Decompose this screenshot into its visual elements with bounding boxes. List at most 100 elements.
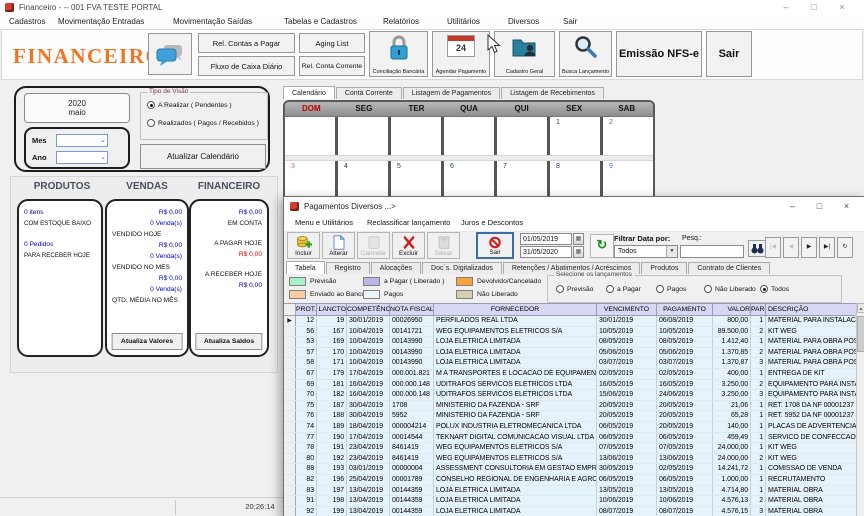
table-row[interactable]: 7018216/04/2019000.000.148UDITRAFOS SERV… (284, 390, 856, 401)
date-to-input[interactable]: 31/05/2020 (520, 246, 572, 258)
menu-item-movimentacao-saidas[interactable]: Movimentação Saídas (170, 16, 255, 27)
calendar-day-cell[interactable]: 9 (603, 161, 653, 199)
calendar-day-cell[interactable]: 4 (338, 161, 391, 199)
table-row[interactable]: 8019223/04/20198461419WEG EQUIPAMENTOS E… (284, 454, 856, 465)
cancelar-button[interactable]: Cancelar (357, 232, 390, 259)
conciliacao-bancaria-button[interactable]: Conciliação Bancária (369, 31, 428, 77)
radio-pagos[interactable]: Pagos (656, 285, 686, 293)
calendar-day-cell[interactable]: 2 (603, 117, 653, 155)
row-selector[interactable] (284, 380, 296, 390)
column-header-valor[interactable]: VALOR (713, 304, 751, 315)
row-selector[interactable] (284, 507, 296, 516)
row-selector[interactable] (284, 337, 296, 347)
alterar-button[interactable]: Alterar (322, 232, 355, 259)
table-row[interactable]: 5817110/04/201900143990LOJA ELETRICA LIM… (284, 358, 856, 369)
agendar-pagamento-button[interactable]: 24 Agendar Pagamento (432, 31, 490, 77)
table-row[interactable]: 7618830/04/20195952MINISTERIO DA FAZENDA… (284, 411, 856, 422)
menu-item-movimentacao-entradas[interactable]: Movimentação Entradas (55, 16, 147, 27)
table-row[interactable]: 6918116/04/2019000.000.148UDITRAFOS SERV… (284, 380, 856, 391)
column-header-vencimento[interactable]: VENCIMENTO (597, 304, 657, 315)
tab-doc-s-digitalizados[interactable]: Doc´s. Digitalizados (422, 262, 502, 274)
atualiza-valores-button[interactable]: Atualiza Valores (112, 333, 183, 350)
row-selector[interactable] (284, 390, 296, 400)
row-selector[interactable] (284, 486, 296, 496)
excluir-button[interactable]: Excluir (392, 232, 425, 259)
find-button[interactable] (748, 240, 766, 257)
column-header-nota-fiscal[interactable]: NOTA FISCAL (390, 304, 434, 315)
table-row[interactable]: 9219913/04/201900144359LOJA ELETRICA LIM… (284, 507, 856, 516)
radio-a-realizar[interactable]: A Realizar ( Pendentes ) (147, 101, 232, 109)
row-selector[interactable] (284, 401, 296, 411)
rel-contas-a-pagar-button[interactable]: Rel. Contas a Pagar (198, 33, 295, 53)
atualizar-calendario-button[interactable]: Atualizar Calendário (140, 144, 266, 169)
sair-button-payments[interactable]: Sair (476, 232, 514, 259)
column-header-competencia[interactable]: COMPETÊNCIA (347, 304, 390, 315)
rel-conta-corrente-button[interactable]: Rel. Conta Corrente (299, 56, 365, 76)
menu-item-menu-e-utilitarios[interactable]: Menu e Utilitários (295, 218, 353, 227)
column-header-descricao[interactable]: DESCRIÇÃO (766, 304, 856, 315)
calendar-day-cell[interactable] (338, 117, 391, 155)
menu-item-diversos[interactable]: Diversos (505, 16, 542, 27)
aging-list-button[interactable]: Aging List (299, 33, 365, 53)
atualiza-saldos-button[interactable]: Atualiza Saldos (195, 333, 262, 350)
filter-select[interactable]: Todos ▼ (614, 245, 678, 258)
radio-previsao[interactable]: Previsão (556, 285, 593, 293)
row-selector[interactable] (284, 422, 296, 432)
calendar-day-cell[interactable]: 7 (497, 161, 550, 199)
column-header-lancto[interactable]: LANCTO (317, 304, 347, 315)
row-selector[interactable] (284, 358, 296, 368)
calendar-day-cell[interactable] (444, 117, 497, 155)
busca-lancamento-button[interactable]: Busca Lançamento (559, 31, 612, 77)
tab-calendario[interactable]: Calendário (283, 86, 335, 99)
row-selector[interactable] (284, 327, 296, 337)
table-scrollbar[interactable]: ▲ (856, 303, 864, 516)
mes-select[interactable]: ⌄ (56, 134, 108, 147)
table-row[interactable]: 7819123/04/20198461419WEG EQUIPAMENTOS E… (284, 443, 856, 454)
date-picker-icon[interactable]: ▦ (573, 246, 584, 258)
tab-contrato-de-clientes[interactable]: Contrato de Clientes (688, 262, 770, 274)
row-selector[interactable] (284, 454, 296, 464)
radio-todos[interactable]: Todos (760, 285, 789, 293)
tab-tabela[interactable]: Tabela (286, 261, 325, 274)
menu-item-reclassificar-lancamento[interactable]: Reclassificar lançamento (367, 218, 450, 227)
date-picker-icon[interactable]: ▦ (573, 233, 584, 245)
radio-nao-liberado[interactable]: Não Liberado (704, 285, 756, 293)
menu-item-juros-e-descontos[interactable]: Juros e Descontos (461, 218, 523, 227)
scroll-up-icon[interactable]: ▲ (857, 303, 864, 313)
incluir-button[interactable]: Incluir (287, 232, 320, 259)
menu-item-tabelas-e-cadastros[interactable]: Tabelas e Cadastros (281, 16, 360, 27)
nav-button-2[interactable]: ▶ (801, 237, 817, 258)
minimize-icon[interactable]: – (772, 0, 800, 15)
menu-item-utilitarios[interactable]: Utilitários (444, 16, 483, 27)
table-row[interactable]: 7719017/04/201900014544TEKNART DIGITAL C… (284, 433, 856, 444)
tab-produtos[interactable]: Produtos (641, 262, 687, 274)
salvar-button[interactable]: Salvar (427, 232, 460, 259)
row-selector[interactable] (284, 411, 296, 421)
row-selector[interactable] (284, 443, 296, 453)
sair-button-main[interactable]: Sair (706, 31, 752, 77)
nav-button-4[interactable]: ↻ (837, 237, 853, 258)
date-from-input[interactable]: 01/05/2019 (520, 233, 572, 245)
table-row[interactable]: 7518730/04/20191708MINISTERIO DA FAZENDA… (284, 401, 856, 412)
row-selector[interactable] (284, 433, 296, 443)
table-row[interactable]: 8219625/04/201900001789CONSELHO REGIONAL… (284, 475, 856, 486)
maximize-icon[interactable]: □ (800, 0, 828, 15)
close-icon[interactable]: × (833, 197, 860, 216)
radio-a-pagar[interactable]: a Pagar (606, 285, 641, 293)
calendar-day-cell[interactable]: 1 (550, 117, 603, 155)
close-icon[interactable]: × (828, 0, 856, 15)
table-row[interactable]: 9119813/04/201900144359LOJA ELETRICA LIM… (284, 496, 856, 507)
maximize-icon[interactable]: □ (806, 197, 833, 216)
tab-registro[interactable]: Registro (326, 262, 370, 274)
refresh-icon[interactable]: ↻ (590, 234, 614, 258)
fluxo-de-caixa-diario-button[interactable]: Fluxo de Caixa Diário (198, 56, 295, 76)
table-row[interactable]: 5717010/04/201900143990LOJA ELETRICA LIM… (284, 348, 856, 359)
row-selector[interactable] (284, 496, 296, 506)
row-selector[interactable] (284, 348, 296, 358)
current-period-display[interactable]: 2020 maio (24, 93, 130, 123)
search-input[interactable] (680, 245, 744, 258)
calendar-day-cell[interactable]: 6 (444, 161, 497, 199)
tab-alocacoes[interactable]: Alocações (371, 262, 421, 274)
tab-listagem-de-recebimentos[interactable]: Listagem de Recebimentos (501, 87, 604, 99)
emissao-nfse-button[interactable]: Emissão NFS-e (616, 31, 702, 77)
